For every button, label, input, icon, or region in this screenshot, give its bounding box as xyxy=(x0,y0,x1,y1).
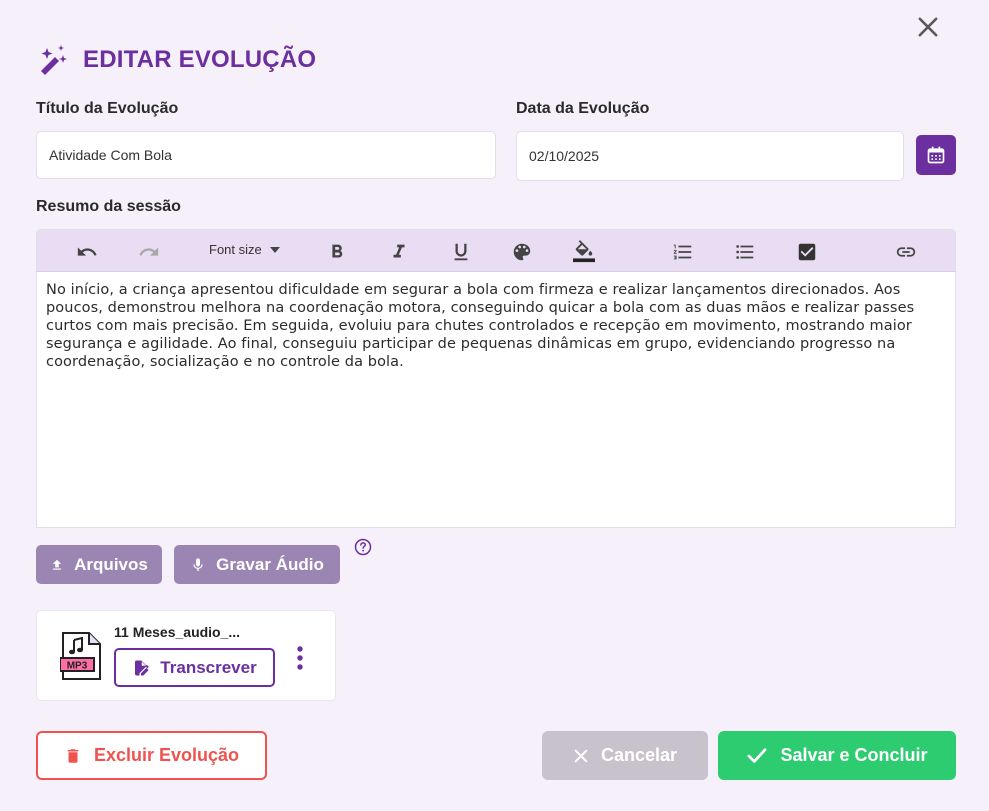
checklist-icon xyxy=(798,243,816,261)
title-field-label: Título da Evolução xyxy=(36,100,179,117)
undo-icon xyxy=(77,247,97,256)
date-input-value: 02/10/2025 xyxy=(529,148,600,164)
mp3-badge-text: MP3 xyxy=(67,661,88,672)
file-name: 11 Meses_audio_... xyxy=(114,624,241,640)
underline-icon xyxy=(454,243,468,261)
more-options-icon[interactable] xyxy=(292,645,308,671)
save-and-finish-button[interactable]: Salvar e Concluir xyxy=(718,731,956,780)
editor-toolbar: Font size xyxy=(36,229,956,272)
upload-files-label: Arquivos xyxy=(74,554,148,574)
caret-down-icon xyxy=(269,246,280,253)
delete-evolution-label: Excluir Evolução xyxy=(93,745,240,765)
mp3-file-icon: MP3 xyxy=(60,632,101,680)
redo-icon xyxy=(139,247,159,256)
undo-button[interactable] xyxy=(75,240,99,264)
date-field-label: Data da Evolução xyxy=(516,100,650,117)
transcribe-label: Transcrever xyxy=(160,657,257,677)
font-size-label: Font size xyxy=(209,242,262,257)
calendar-icon xyxy=(927,146,945,164)
text-color-icon xyxy=(513,243,531,261)
redo-button[interactable] xyxy=(137,240,161,264)
audio-file-card: MP3 11 Meses_audio_... Transcrever xyxy=(36,610,336,701)
title-input-value: Atividade Com Bola xyxy=(49,147,172,163)
close-icon xyxy=(574,749,588,762)
link-button[interactable] xyxy=(894,240,918,264)
microphone-icon xyxy=(193,557,203,571)
checklist-button[interactable] xyxy=(795,240,819,264)
delete-evolution-button[interactable]: Excluir Evolução xyxy=(36,731,267,780)
underline-button[interactable] xyxy=(449,240,473,264)
bold-icon xyxy=(332,244,343,258)
bullet-list-icon xyxy=(736,245,754,259)
numbered-list-button[interactable] xyxy=(671,240,695,264)
date-input[interactable]: 02/10/2025 xyxy=(516,131,904,181)
check-icon xyxy=(748,747,767,763)
bold-button[interactable] xyxy=(325,240,349,264)
page-title: EDITAR EVOLUÇÃO xyxy=(83,46,317,73)
help-icon[interactable] xyxy=(354,538,372,556)
record-audio-button[interactable]: Gravar Áudio xyxy=(174,545,340,584)
close-icon[interactable] xyxy=(914,13,942,41)
upload-icon xyxy=(53,559,62,570)
auto-awesome-icon xyxy=(41,45,67,75)
editor-content[interactable]: No início, a criança apresentou dificuld… xyxy=(36,271,956,528)
upload-files-button[interactable]: Arquivos xyxy=(36,545,162,584)
save-and-finish-label: Salvar e Concluir xyxy=(780,745,928,765)
cancel-button[interactable]: Cancelar xyxy=(542,731,708,780)
italic-button[interactable] xyxy=(387,240,411,264)
transcribe-button[interactable]: Transcrever xyxy=(114,648,275,687)
font-size-select[interactable]: Font size xyxy=(209,242,280,257)
edit-document-icon xyxy=(135,660,149,675)
title-input[interactable]: Atividade Com Bola xyxy=(36,131,496,179)
highlight-button[interactable] xyxy=(572,240,596,264)
cancel-label: Cancelar xyxy=(600,745,678,765)
text-color-button[interactable] xyxy=(510,240,534,264)
trash-icon xyxy=(67,748,79,763)
summary-label: Resumo da sessão xyxy=(36,198,181,215)
bullet-list-button[interactable] xyxy=(733,240,757,264)
link-icon xyxy=(896,247,916,257)
numbered-list-icon xyxy=(673,244,692,260)
highlight-icon xyxy=(573,240,595,263)
italic-icon xyxy=(393,244,405,258)
record-audio-label: Gravar Áudio xyxy=(216,554,324,574)
calendar-button[interactable] xyxy=(916,135,956,175)
